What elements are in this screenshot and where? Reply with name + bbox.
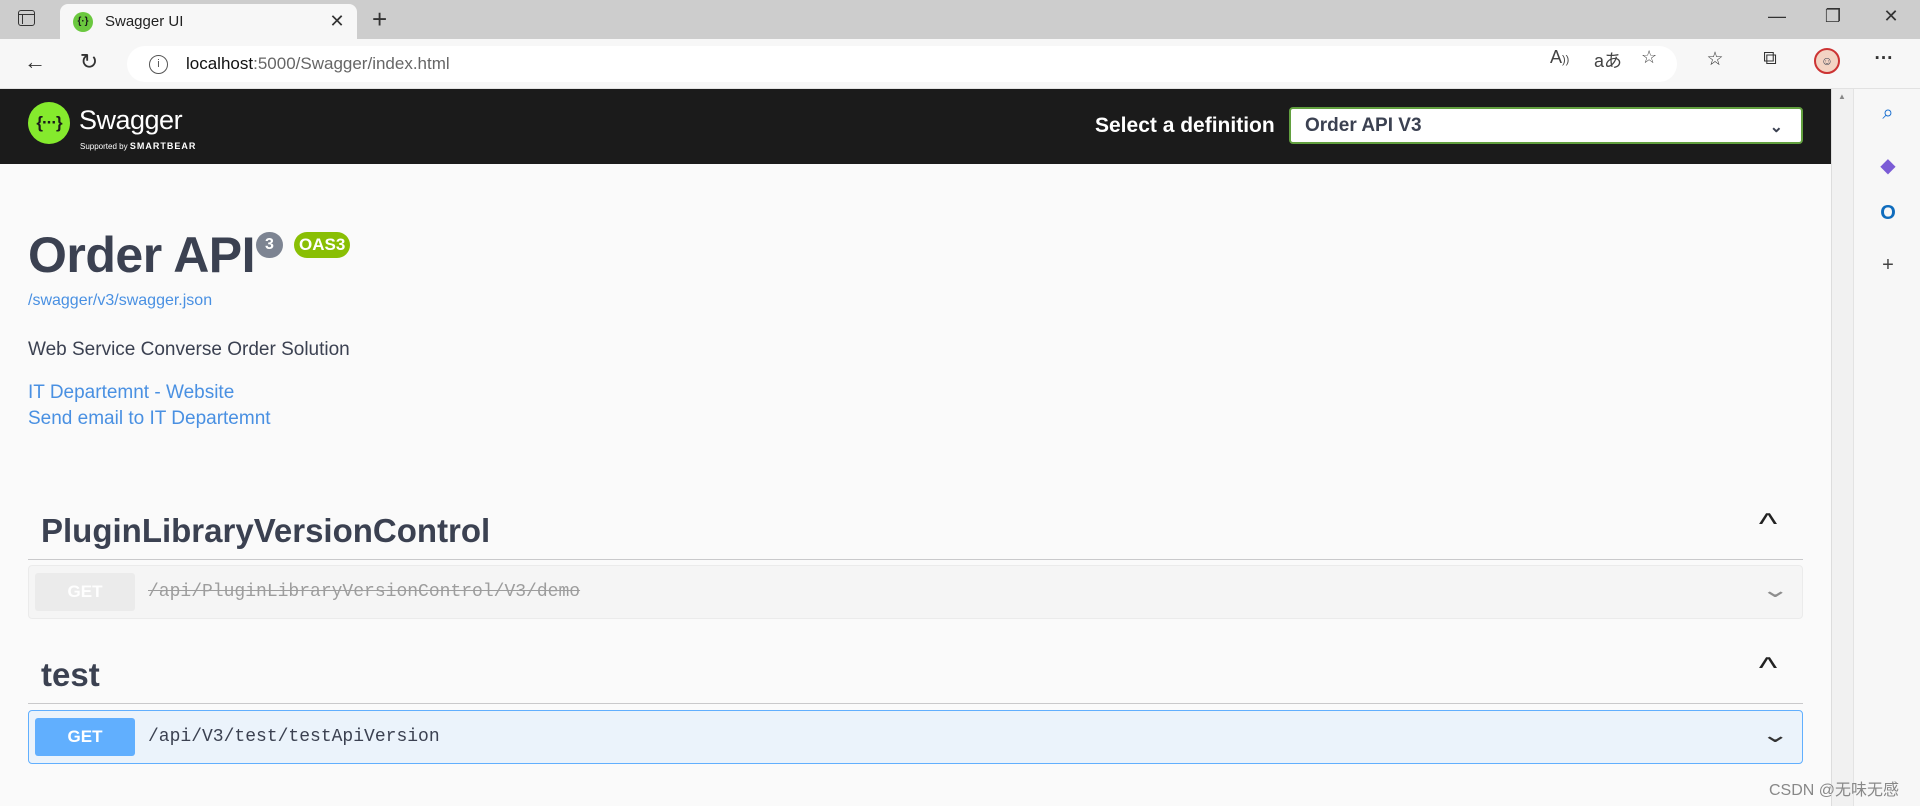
tab-title: Swagger UI xyxy=(105,13,184,30)
browser-tab-swagger[interactable]: {·} Swagger UI ✕ xyxy=(60,4,357,39)
profile-avatar[interactable]: ☺ xyxy=(1814,48,1840,74)
scroll-up-icon[interactable]: ▲ xyxy=(1838,92,1846,101)
tag-header-pluginlibraryversioncontrol[interactable]: PluginLibraryVersionControl ^ xyxy=(28,494,1803,560)
browser-address-bar: ← ↻ i localhost:5000/Swagger/index.html … xyxy=(0,39,1920,89)
favorites-icon[interactable]: ☆ xyxy=(1700,48,1730,71)
minimize-button[interactable]: — xyxy=(1757,6,1797,27)
add-favorite-icon[interactable]: ☆ xyxy=(1641,47,1657,68)
chevron-up-icon[interactable]: ^ xyxy=(1759,652,1777,686)
api-description: Web Service Converse Order Solution xyxy=(28,339,350,360)
method-badge: GET xyxy=(35,718,135,756)
tag-name: test xyxy=(41,656,100,693)
website-link[interactable]: IT Departemnt - Website xyxy=(28,382,234,404)
back-icon[interactable]: ← xyxy=(20,49,50,75)
operation-path: /api/V3/test/testApiVersion xyxy=(148,727,440,747)
search-icon[interactable]: ⌕ xyxy=(1876,102,1900,126)
select-definition-label: Select a definition xyxy=(1095,114,1275,137)
url-host: localhost xyxy=(186,54,254,73)
operation-row[interactable]: GET /api/V3/test/testApiVersion ⌄ xyxy=(28,710,1803,764)
outlook-icon[interactable]: O xyxy=(1876,202,1900,226)
tag-name: PluginLibraryVersionControl xyxy=(41,512,491,549)
site-info-icon[interactable]: i xyxy=(149,54,168,74)
method-badge: GET xyxy=(35,573,135,611)
tag-header-test[interactable]: test ^ xyxy=(28,638,1803,704)
translate-icon[interactable]: aあ xyxy=(1594,47,1622,73)
swagger-logo-subtitle: Supported by SMARTBEAR xyxy=(80,141,197,151)
operation-row[interactable]: GET /api/PluginLibraryVersionControl/V3/… xyxy=(28,565,1803,619)
definition-select-value: Order API V3 xyxy=(1305,114,1422,136)
browser-tab-bar: {·} Swagger UI ✕ + — ❐ ✕ xyxy=(0,0,1920,39)
maximize-button[interactable]: ❐ xyxy=(1813,6,1853,27)
tab-actions-icon[interactable] xyxy=(18,10,35,26)
tab-close-icon[interactable]: ✕ xyxy=(327,11,347,32)
version-badge: 3 xyxy=(256,232,283,258)
collections-icon[interactable]: ⧉ xyxy=(1755,48,1785,70)
swagger-logo-text: Swagger xyxy=(79,105,183,135)
more-menu-icon[interactable]: ··· xyxy=(1869,48,1899,70)
new-tab-button[interactable]: + xyxy=(372,4,387,35)
api-title: Order API xyxy=(28,227,256,283)
watermark: CSDN @无味无感 xyxy=(1769,782,1900,799)
oas-badge: OAS3 xyxy=(294,232,351,258)
chevron-down-icon: ⌄ xyxy=(1769,119,1783,136)
url-path: :5000/Swagger/index.html xyxy=(253,54,450,73)
swagger-favicon-icon: {·} xyxy=(73,11,93,32)
edge-sidebar: ⌕ ◆ O + xyxy=(1853,89,1920,806)
chevron-down-icon[interactable]: ⌄ xyxy=(1760,722,1790,748)
definition-select[interactable]: Order API V3 ⌄ xyxy=(1289,107,1803,144)
url-field[interactable]: i localhost:5000/Swagger/index.html xyxy=(127,46,1677,82)
swagger-topbar: {···} Swagger Supported by SMARTBEAR Sel… xyxy=(0,89,1831,164)
chevron-down-icon[interactable]: ⌄ xyxy=(1760,577,1790,603)
read-aloud-icon[interactable]: A)) xyxy=(1550,47,1569,68)
spec-json-link[interactable]: /swagger/v3/swagger.json xyxy=(28,292,212,310)
email-link[interactable]: Send email to IT Departemnt xyxy=(28,408,271,430)
page-scrollbar[interactable]: ▲ xyxy=(1831,89,1853,806)
window-close-button[interactable]: ✕ xyxy=(1871,6,1911,27)
refresh-icon[interactable]: ↻ xyxy=(74,49,104,75)
add-icon[interactable]: + xyxy=(1876,254,1900,278)
chevron-up-icon[interactable]: ^ xyxy=(1759,508,1777,542)
copilot-icon[interactable]: ◆ xyxy=(1876,153,1900,177)
swagger-logo-icon[interactable]: {···} xyxy=(28,102,70,144)
operation-path: /api/PluginLibraryVersionControl/V3/demo xyxy=(148,582,581,602)
